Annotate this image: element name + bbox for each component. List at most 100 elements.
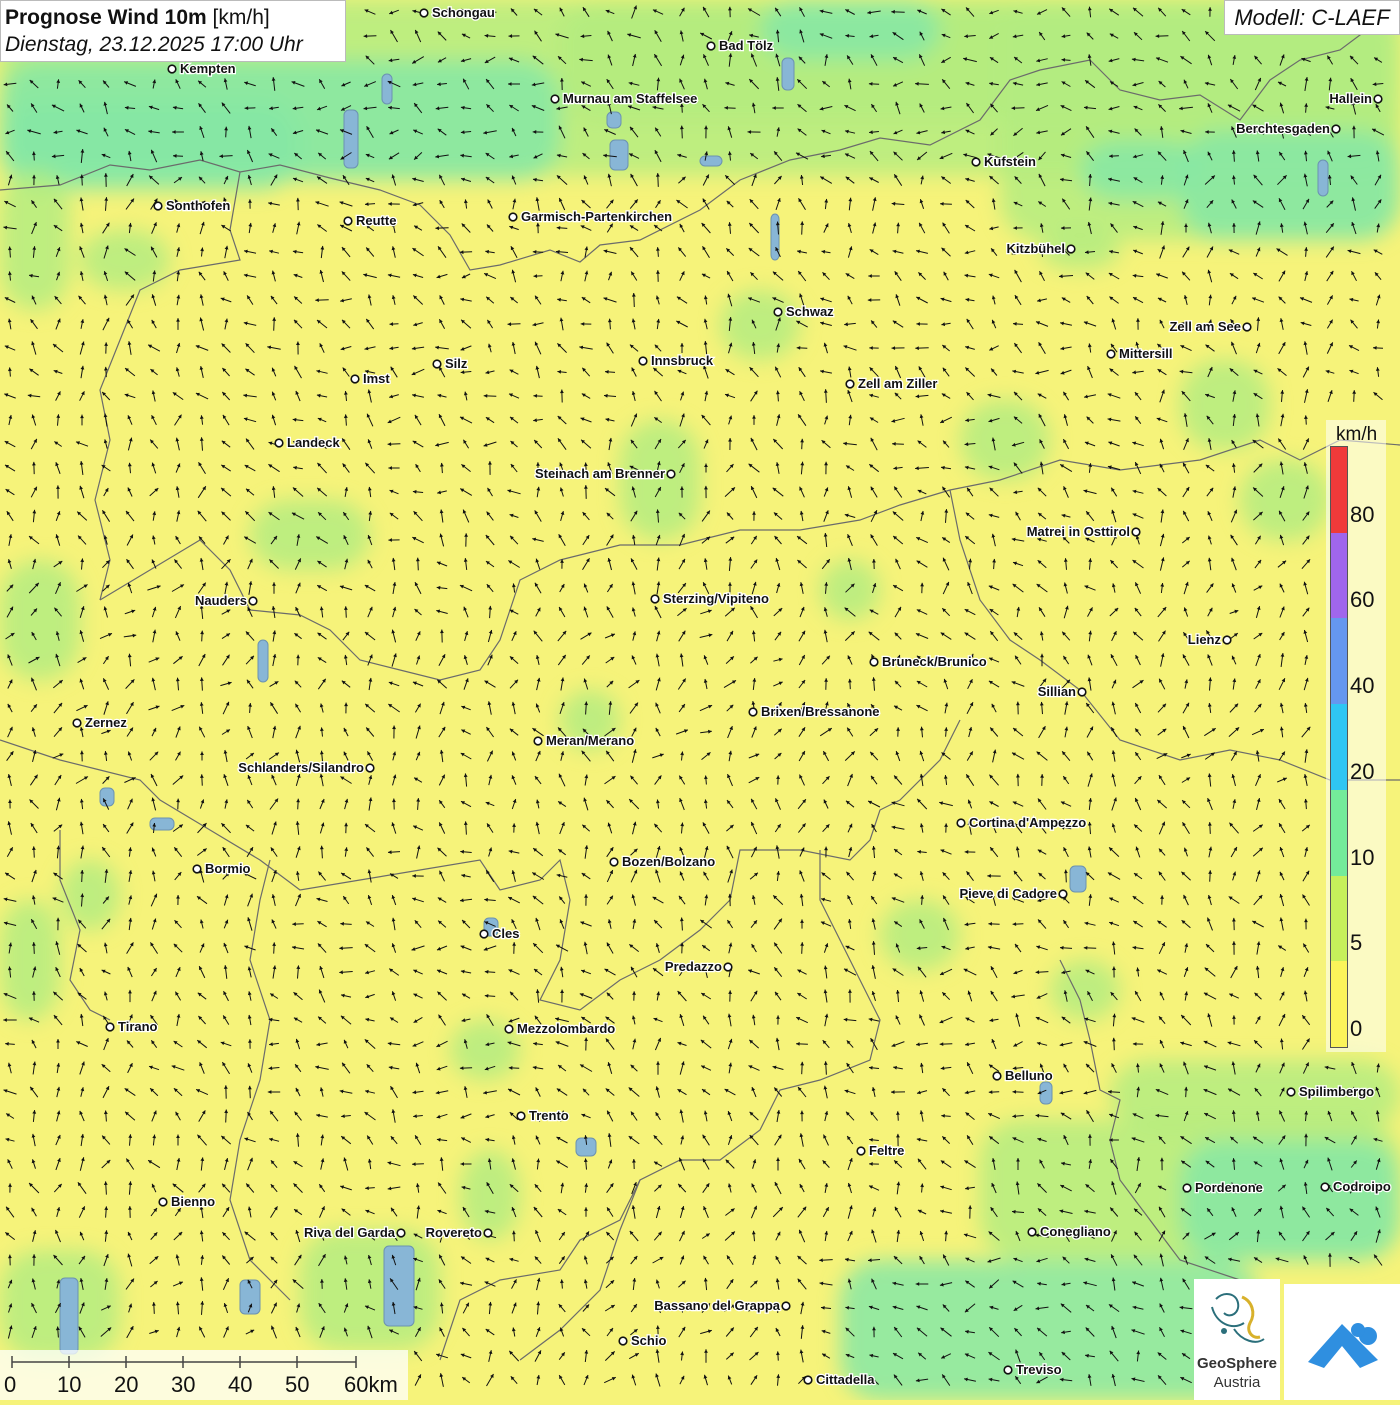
city-dot-icon [1183,1184,1191,1192]
city-marker: Kitzbühel [1007,241,1075,256]
wind-map[interactable]: SchongauKemptenBad TölzMurnau am Staffel… [0,0,1400,1400]
city-dot-icon [344,217,352,225]
city-label: Schwaz [786,304,834,319]
city-label: Meran/Merano [546,733,634,748]
city-dot-icon [159,1198,167,1206]
city-marker: Silz [433,356,468,371]
city-marker: Steinach am Brenner [535,466,675,481]
city-marker: Innsbruck [639,353,714,368]
city-dot-icon [73,719,81,727]
city-label: Spilimbergo [1299,1084,1374,1099]
city-marker: Matrei in Osttirol [1027,524,1140,539]
city-label: Pordenone [1195,1180,1263,1195]
city-dot-icon [154,202,162,210]
city-label: Brixen/Bressanone [761,704,880,719]
legend-tick-label: 40 [1350,675,1374,697]
city-label: Schio [631,1333,666,1348]
city-marker: Brixen/Bressanone [749,704,879,719]
city-dot-icon [846,380,854,388]
scale-tick-label: 40 [228,1372,252,1398]
city-label: Tirano [118,1019,158,1034]
legend-color-bar [1330,446,1348,1048]
forecast-datetime: Dienstag, 23.12.2025 17:00 Uhr [5,32,341,58]
city-dot-icon [1078,688,1086,696]
city-dot-icon [106,1023,114,1031]
city-marker: Predazzo [665,959,732,974]
city-marker: Zell am See [1169,319,1250,334]
scale-tick-label: 20 [114,1372,138,1398]
model-label: Modell: C-LAEF [1224,0,1400,35]
city-dot-icon [505,1025,513,1033]
city-label: Bruneck/Brunico [882,654,987,669]
city-label: Steinach am Brenner [535,466,665,481]
legend-segment [1331,704,1347,790]
city-label: Landeck [287,435,341,450]
city-marker: Spilimbergo [1287,1084,1374,1099]
city-label: Sterzing/Vipiteno [663,591,769,606]
legend-segment [1331,618,1347,704]
city-label: Trento [529,1108,569,1123]
scale-bar: 0102030405060km [0,1350,408,1400]
scale-tick-label: 30 [171,1372,195,1398]
city-marker: Tirano [106,1019,157,1034]
city-dot-icon [397,1229,405,1237]
city-marker: Schio [619,1333,666,1348]
legend-tick-label: 0 [1350,1018,1362,1040]
city-label: Pieve di Cadore [959,886,1057,901]
city-marker: Conegliano [1028,1224,1111,1239]
map-title-unit: [km/h] [213,6,270,29]
city-label: Bassano del Grappa [654,1298,780,1313]
city-marker: Sillian [1038,684,1086,699]
city-marker: Bienno [159,1194,215,1209]
city-label: Treviso [1016,1362,1062,1377]
city-label: Hallein [1329,91,1372,106]
city-dot-icon [1374,95,1382,103]
city-label: Sonthofen [166,198,230,213]
city-label: Cles [492,926,519,941]
city-label: Cittadella [816,1372,875,1387]
city-dot-icon [782,1302,790,1310]
city-marker: Bruneck/Brunico [870,654,987,669]
city-label: Murnau am Staffelsee [563,91,697,106]
city-label: Schongau [432,5,495,20]
city-dot-icon [972,158,980,166]
city-dot-icon [551,95,559,103]
city-marker: Berchtesgaden [1236,121,1340,136]
city-label: Bad Tölz [719,38,774,53]
legend-tick-label: 5 [1350,932,1362,954]
city-dot-icon [667,470,675,478]
city-label: Garmisch-Partenkirchen [521,209,672,224]
city-marker: Pordenone [1183,1180,1263,1195]
city-marker: Garmisch-Partenkirchen [509,209,672,224]
city-dot-icon [774,308,782,316]
city-label: Kufstein [984,154,1036,169]
city-dot-icon [957,819,965,827]
city-marker: Rovereto [426,1225,492,1240]
city-label: Zell am See [1169,319,1241,334]
city-dot-icon [870,658,878,666]
city-label: Codroipo [1333,1179,1391,1194]
legend-tick-label: 80 [1350,504,1374,526]
city-label: Mittersill [1119,346,1172,361]
city-label: Rovereto [426,1225,482,1240]
city-marker: Schongau [420,5,495,20]
city-dot-icon [619,1337,627,1345]
city-label: Bienno [171,1194,215,1209]
city-marker: Riva del Garda [304,1225,405,1240]
city-dot-icon [366,764,374,772]
city-label: Belluno [1005,1068,1053,1083]
map-title-main: Prognose Wind 10m [5,6,207,29]
legend-segment [1331,961,1347,1047]
scale-tick-label: 0 [4,1372,16,1398]
city-dot-icon [1243,323,1251,331]
legend-tick-label: 10 [1350,847,1374,869]
geosphere-austria-logo[interactable]: GeoSphere Austria [1194,1279,1280,1400]
city-marker: Lienz [1188,632,1231,647]
weather-app-logo[interactable] [1284,1284,1400,1400]
city-dot-icon [639,357,647,365]
city-dot-icon [610,858,618,866]
city-dot-icon [1028,1228,1036,1236]
city-label: Silz [445,356,468,371]
legend-segment [1331,790,1347,876]
city-dot-icon [480,930,488,938]
